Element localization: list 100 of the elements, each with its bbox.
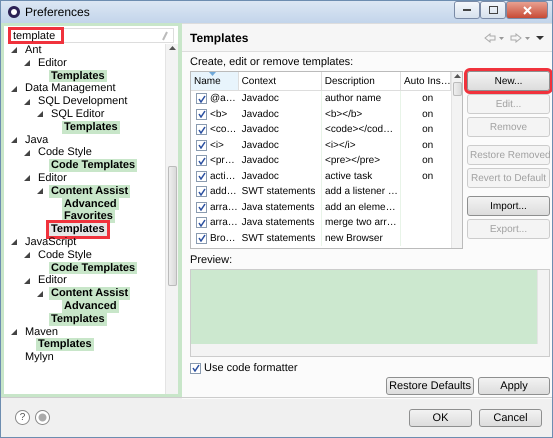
scrollbar-thumb[interactable] bbox=[452, 82, 462, 96]
scrollbar[interactable] bbox=[165, 44, 178, 394]
table-cell: on bbox=[422, 124, 434, 136]
table-cell: <pre></pre> bbox=[322, 153, 402, 168]
tree-item[interactable]: Editor bbox=[36, 56, 69, 70]
tree-item[interactable]: Templates bbox=[49, 312, 107, 326]
record-icon[interactable] bbox=[35, 410, 50, 425]
tree-item[interactable]: Java bbox=[23, 134, 50, 146]
checkbox[interactable] bbox=[196, 217, 207, 228]
tree-item[interactable]: Editor bbox=[36, 274, 69, 288]
scrollbar-thumb[interactable] bbox=[168, 166, 176, 286]
cancel-button[interactable]: Cancel bbox=[479, 408, 542, 426]
checkbox[interactable] bbox=[196, 155, 207, 166]
table-cell: <b> bbox=[210, 108, 228, 120]
page-button[interactable]: Restore Defaults bbox=[386, 377, 474, 395]
action-button[interactable]: New... bbox=[467, 71, 550, 91]
close-icon bbox=[522, 6, 532, 14]
table-cell: Javadoc bbox=[238, 153, 322, 168]
table-row[interactable]: <i> Javadoc <i></i> on bbox=[191, 138, 451, 153]
table-row[interactable]: add… SWT statements add a listener … bbox=[191, 184, 451, 200]
table-row[interactable]: <co… Javadoc <code></cod… on bbox=[191, 122, 451, 138]
filter-field[interactable]: template bbox=[8, 27, 64, 44]
table-cell: SWT statements bbox=[238, 184, 322, 200]
tree-item[interactable]: Code Style bbox=[36, 248, 94, 262]
maximize-icon bbox=[488, 6, 498, 14]
table-cell: SWT statements bbox=[238, 230, 322, 246]
tree-item[interactable]: Templates bbox=[36, 338, 94, 352]
checkbox[interactable] bbox=[196, 186, 207, 198]
scroll-up-icon[interactable] bbox=[168, 46, 176, 50]
minimize-button[interactable] bbox=[454, 1, 480, 19]
checkbox[interactable] bbox=[196, 202, 207, 213]
tree-item[interactable]: Templates bbox=[49, 70, 107, 82]
table-cell: <i></i> bbox=[322, 138, 402, 153]
table-row[interactable]: arra… Java statements add an eleme… bbox=[191, 200, 451, 215]
action-button[interactable]: Import... bbox=[467, 196, 550, 216]
checkbox[interactable] bbox=[196, 170, 207, 182]
checkbox[interactable] bbox=[196, 108, 207, 120]
page-title: Templates bbox=[190, 30, 250, 44]
tree-item[interactable]: Content Assist bbox=[49, 184, 130, 198]
tree-item[interactable]: Code Templates bbox=[49, 262, 138, 274]
scrollbar[interactable] bbox=[451, 72, 462, 248]
preview-label: Preview: bbox=[190, 254, 234, 266]
table-row[interactable]: <b> Javadoc <b></b> on bbox=[191, 106, 451, 122]
page-description: Create, edit or remove templates: bbox=[190, 56, 354, 68]
table-cell: <pr… bbox=[210, 155, 235, 166]
table-cell: <b></b> bbox=[322, 106, 402, 122]
table-row[interactable]: <pr… Javadoc <pre></pre> on bbox=[191, 153, 451, 168]
menu-icon[interactable] bbox=[536, 34, 544, 40]
expand-arrow-icon[interactable] bbox=[10, 328, 18, 336]
tree-item[interactable]: Code Style bbox=[36, 146, 94, 160]
tree-item[interactable]: SQL Development bbox=[36, 95, 130, 108]
table-cell: @a… bbox=[210, 93, 236, 104]
back-icon[interactable] bbox=[484, 32, 506, 42]
table-cell: new Browser bbox=[322, 230, 402, 246]
table-cell: add a listener … bbox=[322, 184, 402, 200]
table-cell: Javadoc bbox=[238, 168, 322, 184]
tree-item[interactable]: Editor bbox=[36, 172, 69, 185]
tree-item[interactable]: SQL Editor bbox=[49, 108, 106, 121]
table-row[interactable]: Bro… SWT statements new Browser bbox=[191, 230, 451, 246]
tree-item[interactable]: Templates bbox=[62, 120, 120, 134]
checkbox-label: Use code formatter bbox=[204, 362, 298, 374]
tree-item[interactable]: Data Management bbox=[23, 82, 118, 96]
table-cell: Java statements bbox=[238, 200, 322, 215]
column-header[interactable]: Context bbox=[238, 72, 322, 90]
help-icon[interactable]: ? bbox=[15, 410, 30, 425]
column-header[interactable]: Name bbox=[191, 72, 239, 90]
checkbox[interactable] bbox=[196, 232, 207, 244]
page-button[interactable]: Apply bbox=[478, 377, 550, 395]
app-icon bbox=[7, 5, 21, 19]
table-row[interactable]: acti… Javadoc active task on bbox=[191, 168, 451, 184]
tree-item[interactable]: Content Assist bbox=[49, 287, 130, 300]
scroll-up-icon[interactable] bbox=[454, 74, 460, 78]
table-cell: arra… bbox=[210, 217, 238, 228]
table-cell: acti… bbox=[210, 170, 236, 182]
checkbox[interactable] bbox=[196, 93, 207, 104]
table-cell: add an eleme… bbox=[322, 200, 402, 215]
tree-item[interactable]: Templates bbox=[49, 223, 107, 236]
tree-item[interactable]: JavaScript bbox=[23, 236, 78, 249]
table-cell: active task bbox=[322, 168, 402, 184]
close-button[interactable] bbox=[506, 1, 548, 19]
tree-item[interactable]: Advanced bbox=[62, 198, 119, 210]
table-row[interactable]: arra… Java statements merge two arr… bbox=[191, 215, 451, 230]
column-header[interactable]: Auto Ins… bbox=[401, 72, 451, 90]
table-cell: Javadoc bbox=[238, 106, 322, 122]
checkbox[interactable] bbox=[190, 362, 201, 374]
tree-item[interactable]: Code Templates bbox=[49, 159, 138, 172]
checkbox[interactable] bbox=[196, 124, 207, 136]
table-cell: Java statements bbox=[238, 215, 322, 230]
checkbox[interactable] bbox=[196, 140, 207, 151]
table-cell: arra… bbox=[210, 202, 238, 213]
tree-item[interactable]: Advanced bbox=[62, 300, 119, 313]
table-cell: <code></cod… bbox=[322, 122, 402, 138]
table-cell: Javadoc bbox=[238, 91, 322, 106]
ok-button[interactable]: OK bbox=[409, 408, 472, 426]
table-row[interactable]: @a… Javadoc author name on bbox=[191, 91, 451, 106]
tree-item[interactable]: Maven bbox=[23, 326, 60, 338]
tree-item[interactable]: Mylyn bbox=[23, 351, 56, 364]
table-cell: Javadoc bbox=[238, 138, 322, 153]
maximize-button[interactable] bbox=[480, 1, 506, 19]
tree-item[interactable]: Ant bbox=[23, 44, 44, 57]
